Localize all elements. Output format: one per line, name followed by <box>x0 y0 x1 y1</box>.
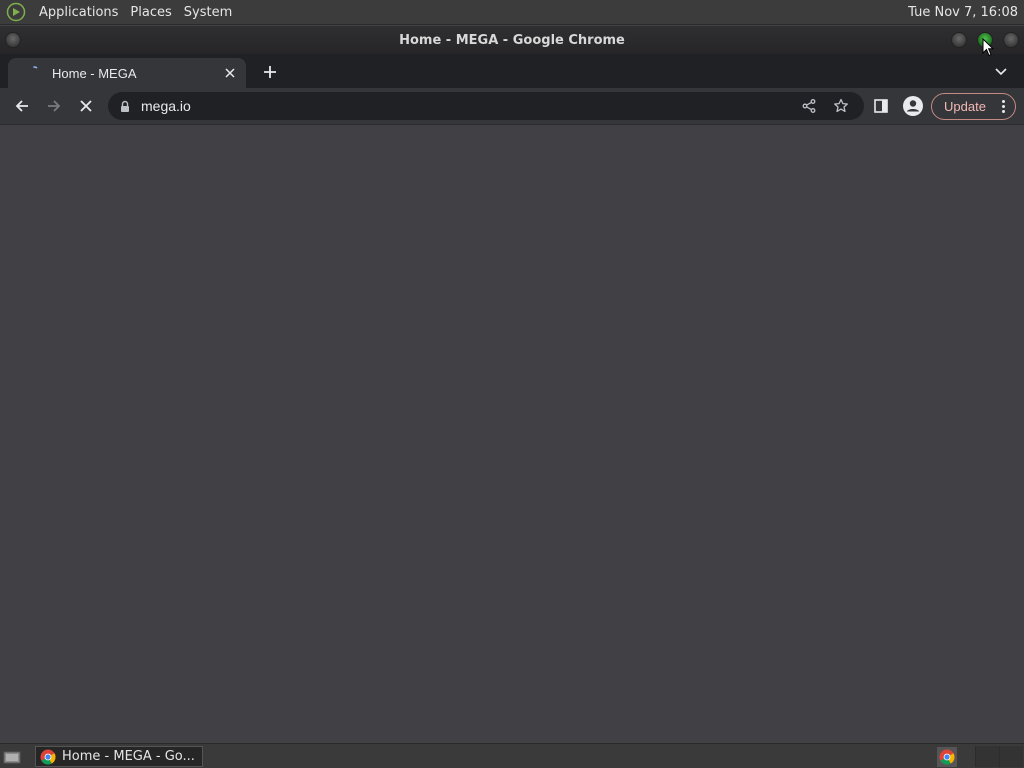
page-content[interactable] <box>0 126 1024 743</box>
tab-strip: Home - MEGA <box>0 54 1024 88</box>
profile-button[interactable] <box>899 92 927 120</box>
window-titlebar[interactable]: Home - MEGA - Google Chrome <box>0 26 1024 54</box>
taskbar-item-chrome[interactable]: Home - MEGA - Go... <box>35 746 203 767</box>
new-tab-button[interactable] <box>258 61 282 83</box>
minimize-button[interactable] <box>951 32 967 48</box>
avatar-icon <box>903 96 923 116</box>
workspace-switcher[interactable] <box>975 746 1023 767</box>
loading-spinner-icon <box>26 65 42 81</box>
url-text: mega.io <box>141 98 191 114</box>
tab-home-mega[interactable]: Home - MEGA <box>8 58 246 88</box>
star-icon <box>834 98 848 113</box>
mouse-cursor-icon <box>982 38 994 57</box>
stop-loading-button[interactable] <box>72 92 100 120</box>
window-title: Home - MEGA - Google Chrome <box>399 32 625 48</box>
distro-logo-icon[interactable] <box>5 1 27 23</box>
chrome-icon <box>40 749 56 764</box>
share-button[interactable] <box>795 92 823 120</box>
tray-chrome-icon[interactable] <box>937 747 957 767</box>
close-icon <box>80 100 92 112</box>
forward-button[interactable] <box>40 92 68 120</box>
update-button[interactable]: Update <box>931 93 1016 120</box>
clock[interactable]: Tue Nov 7, 16:08 <box>908 5 1024 20</box>
plus-icon <box>264 66 276 78</box>
chevron-down-icon <box>995 68 1007 76</box>
side-panel-icon <box>874 99 888 113</box>
tab-title: Home - MEGA <box>52 65 137 81</box>
show-desktop-icon[interactable] <box>2 748 22 765</box>
close-tab-icon[interactable] <box>220 63 240 83</box>
system-menu[interactable]: System <box>178 0 238 25</box>
share-icon <box>802 99 816 113</box>
bottom-taskbar: Home - MEGA - Go... <box>0 743 1024 768</box>
bookmark-button[interactable] <box>827 92 855 120</box>
applications-menu[interactable]: Applications <box>33 0 124 25</box>
top-panel: Applications Places System Tue Nov 7, 16… <box>0 0 1024 25</box>
tab-search-button[interactable] <box>990 62 1012 82</box>
arrow-left-icon <box>15 100 28 112</box>
window-menu-button[interactable] <box>5 32 21 48</box>
places-menu[interactable]: Places <box>124 0 177 25</box>
kebab-menu-icon[interactable] <box>1002 100 1005 113</box>
side-panel-button[interactable] <box>867 92 895 120</box>
browser-toolbar: mega.io Update <box>0 88 1024 125</box>
workspace-2[interactable] <box>999 746 1023 767</box>
arrow-right-icon <box>48 100 61 112</box>
address-bar[interactable]: mega.io <box>108 92 864 120</box>
workspace-1[interactable] <box>975 746 999 767</box>
lock-icon[interactable] <box>120 99 132 113</box>
close-window-button[interactable] <box>1003 32 1019 48</box>
back-button[interactable] <box>8 92 36 120</box>
taskbar-item-label: Home - MEGA - Go... <box>62 749 195 764</box>
update-label: Update <box>944 99 986 114</box>
